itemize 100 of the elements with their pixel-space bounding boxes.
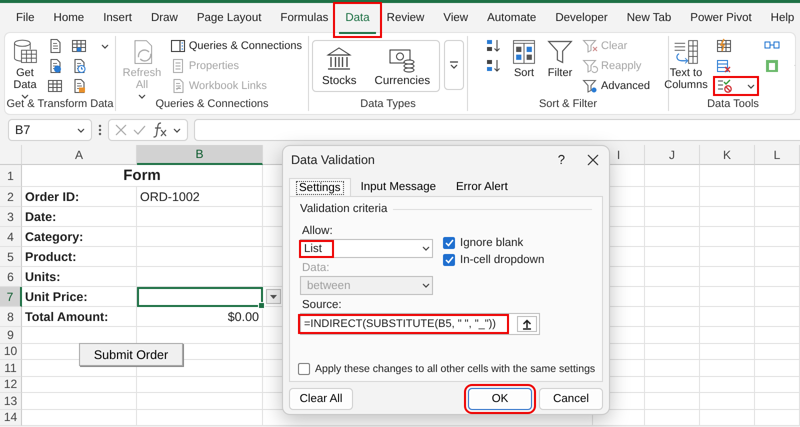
caret-icon bbox=[21, 93, 29, 100]
table-cell bbox=[645, 307, 700, 327]
ribbon-button[interactable] bbox=[712, 76, 759, 96]
dialog-button[interactable]: Cancel bbox=[539, 388, 603, 410]
row-header[interactable]: 10 bbox=[0, 344, 22, 360]
table-cell bbox=[755, 165, 800, 187]
column-header[interactable]: A bbox=[22, 145, 137, 165]
row-header[interactable]: 6 bbox=[0, 267, 22, 287]
ribbon-tab[interactable]: Insert bbox=[99, 6, 136, 30]
table-cell: Order ID: bbox=[22, 187, 137, 207]
ribbon-tab[interactable]: Page Layout bbox=[192, 6, 266, 30]
row-header[interactable]: 4 bbox=[0, 227, 22, 247]
row-header[interactable]: 14 bbox=[0, 410, 22, 426]
table-cell bbox=[700, 344, 755, 360]
field-label: Allow: bbox=[302, 225, 334, 237]
group-label: Get & Transform Data bbox=[6, 98, 114, 111]
source-field[interactable]: =INDIRECT(SUBSTITUTE(B5, " ", "_")) bbox=[300, 313, 540, 335]
collapse-button[interactable] bbox=[517, 316, 537, 332]
table-cell bbox=[645, 227, 700, 247]
ribbon-button[interactable]: Sort bbox=[507, 36, 542, 81]
ribbon-button[interactable]: Advanced bbox=[579, 76, 653, 96]
table-cell bbox=[645, 207, 700, 227]
ribbon-tab[interactable]: Developer bbox=[551, 6, 612, 30]
help-button[interactable]: ? bbox=[558, 152, 565, 167]
allow-dropdown[interactable]: List bbox=[300, 239, 433, 258]
database-icon bbox=[11, 38, 39, 66]
table-icon bbox=[47, 78, 63, 94]
column-header[interactable]: L bbox=[755, 145, 800, 165]
gallery-option[interactable]: Stocks bbox=[313, 41, 366, 91]
caret-icon bbox=[746, 82, 755, 90]
table-cell bbox=[755, 327, 800, 344]
ribbon-tab[interactable]: View bbox=[439, 6, 472, 30]
row-header[interactable]: 9 bbox=[0, 327, 22, 344]
table-icon bbox=[71, 38, 87, 54]
table-cell bbox=[700, 247, 755, 267]
row-header[interactable]: 1 bbox=[0, 165, 22, 187]
caret-icon bbox=[101, 42, 109, 50]
table-cell: Unit Price: bbox=[22, 287, 137, 307]
table-cell bbox=[700, 360, 755, 376]
table-cell bbox=[645, 165, 700, 187]
ribbon-tab[interactable]: Data bbox=[333, 2, 382, 38]
caret-icon bbox=[422, 245, 430, 252]
formula-input[interactable] bbox=[194, 119, 800, 141]
row-header[interactable]: 11 bbox=[0, 360, 22, 376]
row-header[interactable]: 13 bbox=[0, 393, 22, 410]
table-cell bbox=[755, 207, 800, 227]
column-header[interactable]: K bbox=[700, 145, 755, 165]
close-icon bbox=[587, 154, 599, 166]
ribbon-tab[interactable]: Draw bbox=[146, 6, 182, 30]
gallery-option[interactable]: Currencies bbox=[366, 41, 440, 91]
caret-icon bbox=[422, 282, 430, 289]
section-title: Validation criteria bbox=[300, 203, 388, 215]
ribbon-tab[interactable]: Automate bbox=[483, 6, 540, 30]
ribbon-button[interactable]: Queries & Connections bbox=[166, 36, 305, 56]
table-cell bbox=[755, 344, 800, 360]
submit-order-button[interactable]: Submit Order bbox=[79, 343, 183, 366]
title-cell: Form bbox=[22, 165, 263, 187]
more-icon bbox=[449, 61, 460, 69]
panel-icon bbox=[170, 38, 186, 54]
table-cell: $0.00 bbox=[137, 307, 263, 327]
table-cell bbox=[755, 360, 800, 376]
ribbon-tab[interactable]: Power Pivot bbox=[686, 6, 756, 30]
ribbon-tab[interactable]: File bbox=[12, 6, 39, 30]
ribbon-tab[interactable]: Formulas bbox=[276, 6, 332, 30]
ribbon-tab[interactable]: Help bbox=[766, 6, 798, 30]
row-header[interactable]: 5 bbox=[0, 247, 22, 267]
table-cell bbox=[645, 247, 700, 267]
checkbox[interactable] bbox=[443, 237, 455, 249]
table-cell bbox=[755, 376, 800, 393]
caret-icon bbox=[77, 126, 85, 134]
text-to-columns-icon bbox=[672, 38, 700, 66]
column-header[interactable]: J bbox=[645, 145, 700, 165]
function-icon bbox=[152, 122, 167, 138]
row-header[interactable]: 2 bbox=[0, 187, 22, 207]
ribbon-button[interactable]: Filter bbox=[543, 36, 578, 81]
table-cell: Category: bbox=[22, 227, 137, 247]
ribbon-tab[interactable]: Review bbox=[382, 6, 428, 30]
dialog-button[interactable]: Clear All bbox=[289, 388, 353, 410]
ribbon-tab[interactable]: Home bbox=[50, 6, 88, 30]
flash-fill-icon bbox=[716, 38, 732, 54]
sort-descending-icon bbox=[486, 58, 502, 74]
ribbon-tab[interactable]: New Tab bbox=[622, 6, 676, 30]
table-cell bbox=[755, 410, 800, 426]
dots-icon bbox=[98, 124, 102, 136]
table-cell bbox=[645, 287, 700, 307]
checkbox[interactable] bbox=[443, 254, 455, 266]
name-box[interactable]: B7 bbox=[8, 119, 92, 141]
row-header[interactable]: 12 bbox=[0, 376, 22, 393]
caret-icon bbox=[138, 93, 146, 100]
sort-ascending-icon bbox=[486, 38, 502, 54]
dialog-tab[interactable]: Settings bbox=[289, 178, 351, 197]
row-header[interactable]: 7 bbox=[0, 287, 22, 307]
row-header[interactable]: 3 bbox=[0, 207, 22, 227]
upload-arrow-icon bbox=[522, 318, 532, 330]
ribbon-button[interactable]: Text to Columns bbox=[661, 36, 711, 93]
row-header[interactable]: 8 bbox=[0, 307, 22, 327]
checkbox[interactable] bbox=[298, 363, 310, 375]
table-cell bbox=[700, 393, 755, 410]
column-header[interactable]: B bbox=[137, 145, 263, 165]
dropdown-button[interactable] bbox=[266, 289, 281, 304]
